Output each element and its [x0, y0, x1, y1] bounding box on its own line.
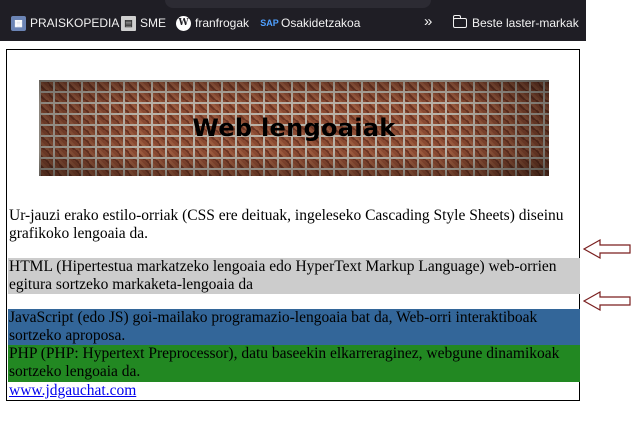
bookmark-label: PRAISKOPEDIA — [30, 16, 120, 30]
site-link[interactable]: www.jdgauchat.com — [9, 382, 136, 400]
bookmark-label: SME — [140, 16, 167, 30]
paragraph-html: HTML (Hipertestua markatzeko lengoaia ed… — [8, 258, 580, 294]
bookmark-sme[interactable]: ▤ SME — [121, 13, 166, 33]
bookmark-folder-label: Beste laster-markak — [472, 16, 579, 30]
chevron-double-right-icon[interactable]: » — [424, 13, 432, 30]
bookmark-folder-other[interactable]: Beste laster-markak — [452, 13, 579, 33]
page-title: Web lengoaiak — [192, 114, 396, 142]
wordpress-icon: W — [176, 15, 191, 31]
tab-strip-edge — [165, 0, 431, 8]
bookmark-label: franfrogak — [195, 16, 250, 30]
paragraph-php: PHP (PHP: Hypertext Preprocessor), datu … — [8, 345, 580, 382]
sme-icon: ▤ — [121, 15, 136, 31]
page-frame: Web lengoaiak Ur-jauzi erako estilo-orri… — [6, 49, 580, 401]
paragraph-javascript: JavaScript (edo JS) goi-mailako programa… — [8, 309, 580, 345]
praiskopedia-icon: ▦ — [11, 15, 26, 31]
banner-image: Web lengoaiak — [39, 80, 549, 176]
arrow-left-icon — [583, 238, 631, 260]
folder-icon — [452, 15, 467, 28]
bookmark-osakidetzakoa[interactable]: SAP Osakidetzakoa — [260, 13, 361, 33]
bookmark-franfrogak[interactable]: W franfrogak — [176, 13, 249, 33]
bookmark-praiskopedia[interactable]: ▦ PRAISKOPEDIA — [11, 13, 119, 33]
arrow-left-icon — [583, 290, 631, 312]
paragraph-css: Ur-jauzi erako estilo-orriak (CSS ere de… — [9, 207, 564, 242]
sap-icon: SAP — [260, 18, 279, 28]
bookmarks-bar: ▦ PRAISKOPEDIA ▤ SME W franfrogak SAP Os… — [0, 0, 586, 41]
bookmark-label: Osakidetzakoa — [281, 16, 361, 30]
